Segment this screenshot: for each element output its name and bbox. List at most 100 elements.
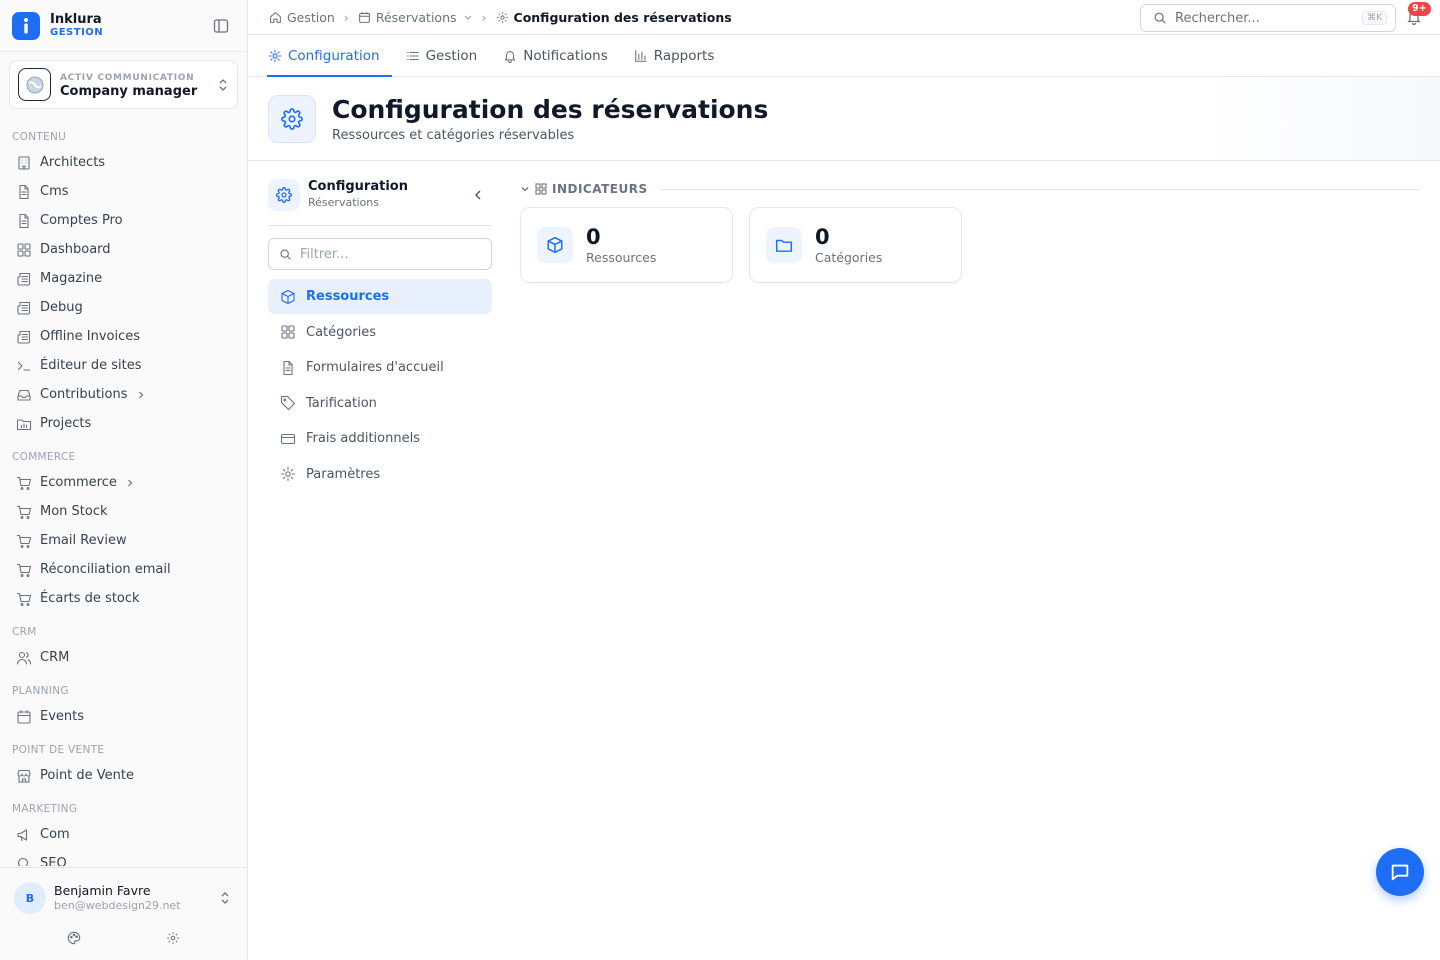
topbar: Gestion › Réservations › Configuration d…	[248, 0, 1440, 35]
sidebar-item-point-de-vente[interactable]: Point de Vente	[0, 761, 247, 790]
sidebar-item-magazine[interactable]: Magazine	[0, 264, 247, 293]
newspaper-icon	[16, 300, 32, 316]
search-shortcut: ⌘K	[1362, 11, 1387, 25]
sidebar-item-label: Réconciliation email	[40, 562, 171, 577]
subnav-item-label: Tarification	[306, 395, 377, 411]
indicator-value: 0	[815, 225, 830, 249]
tab-notifications[interactable]: Notifications	[503, 35, 608, 76]
subnav-item-tarification[interactable]: Tarification	[268, 386, 492, 421]
user-menu[interactable]: B Benjamin Favre ben@webdesign29.net	[0, 868, 247, 914]
page-header: Configuration des réservations Ressource…	[248, 77, 1440, 161]
search-icon	[279, 248, 292, 261]
sidebar-item-label: Comptes Pro	[40, 213, 123, 228]
divider	[268, 225, 492, 226]
sidebar-item-label: Com	[40, 827, 70, 842]
sidebar-item-seo[interactable]: SEO	[0, 849, 247, 866]
sidebar-item--carts-de-stock[interactable]: Écarts de stock	[0, 584, 247, 613]
file-icon	[16, 184, 32, 200]
indicator-value: 0	[586, 225, 601, 249]
grid-icon	[280, 324, 296, 340]
chevron-right-icon: ›	[481, 9, 487, 25]
nav-section-title: CONTENU	[12, 131, 67, 143]
search-placeholder: Rechercher...	[1175, 10, 1260, 26]
sidebar-item--diteur-de-sites[interactable]: Éditeur de sites	[0, 351, 247, 380]
subnav-item-label: Catégories	[306, 324, 377, 340]
company-org: ACTIV COMMUNICATION	[60, 72, 195, 83]
main: Gestion › Réservations › Configuration d…	[248, 0, 1440, 960]
sidebar-item-comptes-pro[interactable]: Comptes Pro	[0, 206, 247, 235]
company-role: Company manager	[60, 83, 198, 99]
chevron-down-icon[interactable]	[463, 12, 473, 22]
palette-icon[interactable]	[67, 931, 81, 945]
sidebar-item-architects[interactable]: Architects	[0, 148, 247, 177]
sidebar-item-label: Projects	[40, 416, 92, 431]
breadcrumb-section[interactable]: Réservations	[376, 10, 457, 25]
indicator-label: Ressources	[586, 250, 657, 265]
sidebar-item-offline-invoices[interactable]: Offline Invoices	[0, 322, 247, 351]
sidebar-item-cms[interactable]: Cms	[0, 177, 247, 206]
sidebar-item-label: Écarts de stock	[40, 591, 140, 606]
gear-icon	[268, 94, 316, 143]
bar-chart-icon	[634, 49, 648, 63]
sidebar-item-mon-stock[interactable]: Mon Stock	[0, 497, 247, 526]
indicators-title: INDICATEURS	[552, 182, 648, 196]
sidebar-item-label: SEO	[40, 856, 67, 866]
filter-input[interactable]: Filtrer...	[268, 238, 492, 270]
sidebar-item-com[interactable]: Com	[0, 820, 247, 849]
sidebar-item-projects[interactable]: Projects	[0, 409, 247, 438]
chevron-up-down-icon	[217, 77, 229, 93]
megaphone-icon	[16, 827, 32, 843]
tab-gestion[interactable]: Gestion	[406, 35, 477, 76]
brand-logo[interactable]	[12, 11, 40, 40]
breadcrumb: Gestion › Réservations › Configuration d…	[269, 10, 732, 25]
sidebar-item-debug[interactable]: Debug	[0, 293, 247, 322]
subnav-item-ressources[interactable]: Ressources	[268, 279, 492, 314]
config-subnav: Configuration Réservations Filtrer... Re…	[268, 178, 492, 492]
cart-icon	[16, 475, 32, 491]
subnav-item-categories[interactable]: Catégories	[268, 315, 492, 350]
breadcrumb-current: Configuration des réservations	[513, 9, 732, 25]
search-input[interactable]: Rechercher... ⌘K	[1140, 4, 1396, 32]
gear-icon	[496, 11, 509, 24]
calendar-icon	[16, 709, 32, 725]
tab-label: Notifications	[523, 47, 608, 64]
newspaper-icon	[16, 329, 32, 345]
breadcrumb-home[interactable]: Gestion	[287, 10, 335, 25]
brand-name: Inklura	[50, 11, 102, 27]
cart-icon	[16, 533, 32, 549]
subnav-item-parametres[interactable]: Paramètres	[268, 457, 492, 492]
users-icon	[16, 650, 32, 666]
indicators-header[interactable]: INDICATEURS	[520, 178, 1420, 200]
settings-gear-icon[interactable]	[166, 931, 180, 945]
sidebar-item-events[interactable]: Events	[0, 702, 247, 731]
sidebar-toggle-icon[interactable]	[213, 18, 229, 34]
chevron-left-icon[interactable]	[472, 189, 484, 201]
tab-label: Configuration	[288, 47, 380, 64]
sidebar-item-email-review[interactable]: Email Review	[0, 526, 247, 555]
nav-section-title: POINT DE VENTE	[12, 744, 105, 756]
cart-icon	[16, 504, 32, 520]
sidebar-item-ecommerce[interactable]: Ecommerce	[0, 468, 247, 497]
tab-rapports[interactable]: Rapports	[634, 35, 714, 76]
sidebar-item-crm[interactable]: CRM	[0, 643, 247, 672]
sidebar-item-label: Dashboard	[40, 242, 111, 257]
tab-bar: Configuration Gestion Notifications Rapport…	[248, 35, 1440, 77]
tab-configuration[interactable]: Configuration	[267, 35, 392, 77]
sidebar-item-dashboard[interactable]: Dashboard	[0, 235, 247, 264]
nav-section-title: CRM	[12, 626, 37, 638]
file-icon	[16, 213, 32, 229]
subnav-item-formulaires-d-accueil[interactable]: Formulaires d'accueil	[268, 350, 492, 385]
nav-section-title: PLANNING	[12, 685, 69, 697]
sidebar-item-contributions[interactable]: Contributions	[0, 380, 247, 409]
subnav-item-frais-additionnels[interactable]: Frais additionnels	[268, 421, 492, 456]
sidebar-item-label: Point de Vente	[40, 768, 135, 783]
tag-icon	[280, 395, 296, 411]
company-switcher[interactable]: ACTIV COMMUNICATION Company manager	[9, 60, 238, 109]
list-icon	[406, 49, 420, 63]
sidebar-item-label: Email Review	[40, 533, 127, 548]
subnav-item-label: Paramètres	[306, 466, 381, 482]
sidebar-item-r-conciliation-email[interactable]: Réconciliation email	[0, 555, 247, 584]
grid-icon	[16, 242, 32, 258]
grid-icon	[535, 183, 547, 195]
chat-button[interactable]	[1376, 848, 1424, 896]
